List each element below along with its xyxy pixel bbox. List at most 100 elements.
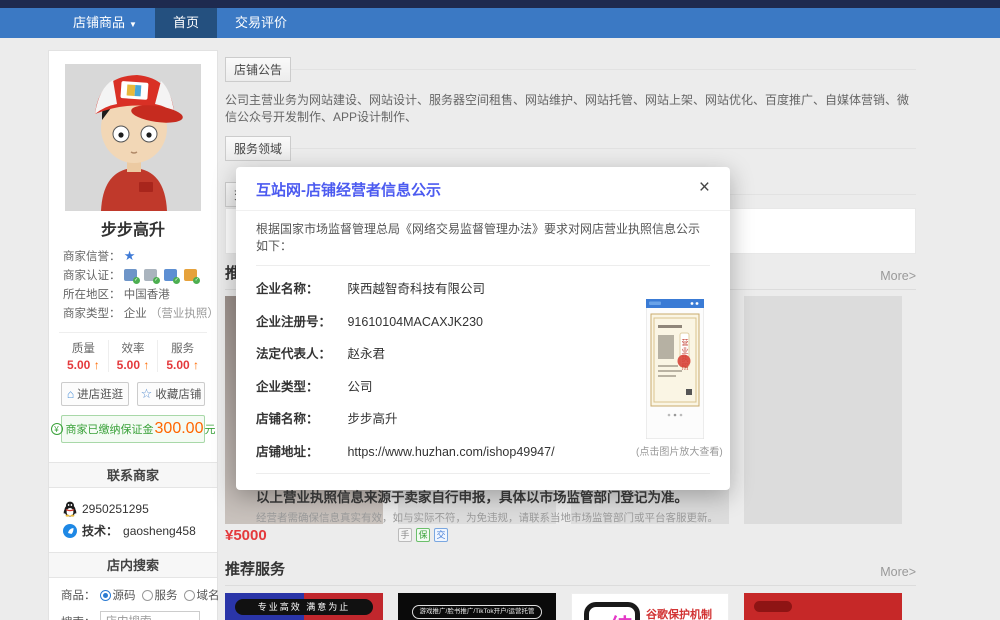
- rating-quality-value: 5.00: [66, 358, 91, 372]
- bank-card-icon: [123, 269, 140, 284]
- recommended-services-more-link[interactable]: More>: [880, 565, 916, 579]
- divider: [291, 69, 916, 70]
- license-note: 经营者需确保信息真实有效，如与实际不符，为免违规，请联系当地市场监管部门或平台客…: [256, 512, 718, 524]
- recommended-services-header: 推荐服务 More>: [225, 558, 916, 586]
- service-area-tag-row: 服务领域: [225, 136, 916, 161]
- tech-contact-row[interactable]: 技术： gaosheng458: [63, 520, 203, 542]
- service-card-overseas-promo[interactable]: 游戏推广/脸书推广/TikTok开户/运营托管 海外推广代投 ●●●●●: [398, 593, 556, 620]
- up-arrow-icon: ↑: [193, 358, 200, 372]
- contact-rows: 2950251295 技术： gaosheng458: [49, 488, 217, 548]
- visit-shop-button[interactable]: ⌂ 进店逛逛: [61, 382, 129, 406]
- in-shop-search-input[interactable]: [99, 611, 200, 620]
- field-label: 店铺名称：: [256, 412, 319, 426]
- radio-source-code-label: 源码: [112, 590, 136, 602]
- certification-row: 商家认证：: [63, 267, 203, 286]
- contact-merchant-header: 联系商家: [49, 462, 217, 488]
- in-shop-search-header: 店内搜索: [49, 552, 217, 578]
- deposit-amount: 300.00: [154, 420, 204, 437]
- nav-shop-goods[interactable]: 店铺商品 ▼: [55, 8, 155, 38]
- tech-chat-icon: [63, 524, 77, 538]
- qq-contact-row[interactable]: 2950251295: [63, 498, 203, 520]
- product-info: 手 保 交: [398, 524, 556, 546]
- service-card-pill: 游戏推广/脸书推广/TikTok开户/运营托管: [412, 605, 542, 619]
- recommended-products-more-link[interactable]: More>: [880, 269, 916, 283]
- business-license-thumbnail[interactable]: 营业执照: [646, 299, 704, 439]
- qq-number: 2950251295: [82, 502, 149, 516]
- radio-icon: [183, 590, 195, 601]
- service-card-app-listing[interactable]: APP 上架 安卓市场 苹果上架: [744, 593, 902, 620]
- keyword-search-row: 搜索：: [61, 611, 205, 620]
- operator-info-modal: 互站网-店铺经营者信息公示 × 根据国家市场监督管理总局《网络交易监督管理办法》…: [236, 167, 730, 524]
- field-company-name: 企业名称： 陕西越智奇科技有限公司: [256, 278, 710, 297]
- rating-service-value: 5.00: [166, 358, 190, 372]
- phone-outline-icon: 纯手工: [584, 602, 640, 620]
- close-icon[interactable]: ×: [693, 175, 716, 201]
- region-row: 所在地区： 中国香港: [63, 286, 203, 305]
- reputation-label: 商家信誉：: [63, 251, 121, 263]
- star-outline-icon: ☆: [140, 386, 153, 401]
- business-license-link[interactable]: （营业执照）: [150, 308, 219, 320]
- service-card-banner: 专业高效 满意为止: [235, 599, 373, 615]
- tech-account: gaosheng458: [123, 524, 196, 538]
- visit-shop-label: 进店逛逛: [77, 389, 124, 401]
- service-card-google-protect[interactable]: 纯手工 谷歌保护机制 google play 保护机制 一次处理: [571, 593, 729, 620]
- product-price: ¥5000: [225, 526, 267, 544]
- radio-service[interactable]: 服务: [141, 587, 178, 603]
- guarantee-badge-icon: 保: [416, 528, 430, 542]
- nav-trade-reviews-label: 交易评价: [234, 15, 287, 30]
- merchant-type-value: 企业: [123, 308, 147, 320]
- nav-trade-reviews[interactable]: 交易评价: [217, 8, 305, 38]
- product-info: [571, 524, 729, 546]
- up-arrow-icon: ↑: [93, 358, 100, 372]
- modal-header: 互站网-店铺经营者信息公示 ×: [236, 167, 730, 211]
- radio-service-label: 服务: [154, 590, 178, 602]
- reputation-star-icon: ★: [123, 248, 136, 263]
- avatar-cartoon: [65, 64, 201, 211]
- merchant-type-label: 商家类型：: [63, 308, 121, 320]
- radio-domain[interactable]: 域名: [183, 587, 220, 603]
- avatar[interactable]: [65, 64, 201, 211]
- manual-badge-icon: 手: [398, 528, 412, 542]
- favorite-shop-button[interactable]: ☆ 收藏店铺: [137, 382, 205, 406]
- deposit-text: 商家已缴纳保证金: [65, 424, 154, 436]
- camera-icon: [184, 269, 201, 284]
- region-value: 中国香港: [123, 289, 170, 301]
- shop-navbar: 店铺商品 ▼ 首页 交易评价: [0, 8, 1000, 38]
- radio-source-code[interactable]: 源码: [99, 587, 136, 603]
- favorite-shop-label: 收藏店铺: [155, 389, 202, 401]
- divider: [256, 473, 710, 474]
- shop-info: 商家信誉： ★ 商家认证： 所在地区： 中国香港 商家类型： 企业 （营业执照）: [49, 246, 219, 324]
- modal-body: 根据国家市场监督管理总局《网络交易监督管理办法》要求对网店营业执照信息公示如下：…: [236, 211, 730, 474]
- modal-intro-text: 根据国家市场监督管理总局《网络交易监督管理办法》要求对网店营业执照信息公示如下：: [256, 222, 701, 253]
- deposit-banner: ¥ 商家已缴纳保证金 300.00 元: [50, 415, 215, 443]
- page: 店铺商品 ▼ 首页 交易评价 步步高升 商家信誉： ★ 商家认证： ✓ ✓ ✓ …: [0, 0, 1000, 620]
- merchant-type-row: 商家类型： 企业 （营业执照）: [63, 305, 219, 324]
- divider: [256, 265, 710, 266]
- recommended-services-row: 专业高效 满意为止 技术服务 游戏推广/脸书推广/TikTok开户/运营托管 海…: [225, 593, 916, 620]
- nav-shop-goods-label: 店铺商品: [73, 15, 126, 30]
- top-dark-strip: [0, 0, 1000, 8]
- shop-actions: ⌂ 进店逛逛 ☆ 收藏店铺: [61, 382, 205, 406]
- field-value: https://www.huzhan.com/ishop49947/: [347, 444, 555, 459]
- chevron-down-icon: ▼: [129, 20, 137, 29]
- field-label: 企业名称：: [256, 282, 319, 296]
- product-info: [744, 524, 902, 546]
- qq-penguin-icon: [63, 501, 77, 517]
- rating-service: 服务 5.00 ↑: [157, 340, 207, 372]
- field-value: 陕西越智奇科技有限公司: [347, 282, 485, 296]
- nav-home[interactable]: 首页: [154, 8, 217, 38]
- service-card-tech-service[interactable]: 专业高效 满意为止 技术服务: [225, 593, 383, 620]
- deposit-unit: 元: [204, 424, 216, 436]
- field-label: 法定代表人：: [256, 347, 332, 361]
- modal-footer: 以上营业执照信息来源于卖家自行申报，具体以市场监管部门登记为准。 经营者需确保信…: [236, 486, 730, 525]
- modal-title: 互站网-店铺经营者信息公示: [256, 182, 441, 199]
- region-label: 所在地区：: [63, 289, 121, 301]
- radio-selected-icon: [99, 590, 111, 601]
- up-arrow-icon: ↑: [143, 358, 150, 372]
- reputation-row: 商家信誉： ★: [63, 246, 203, 267]
- keyword-search-label: 搜索：: [61, 614, 96, 620]
- shop-notice-text: 公司主营业务为网站建设、网站设计、服务器空间租售、网站维护、网站托管、网站上架、…: [225, 93, 910, 124]
- rating-efficiency-value: 5.00: [116, 358, 141, 372]
- product-card[interactable]: [744, 296, 902, 546]
- field-label: 店铺地址：: [256, 444, 319, 459]
